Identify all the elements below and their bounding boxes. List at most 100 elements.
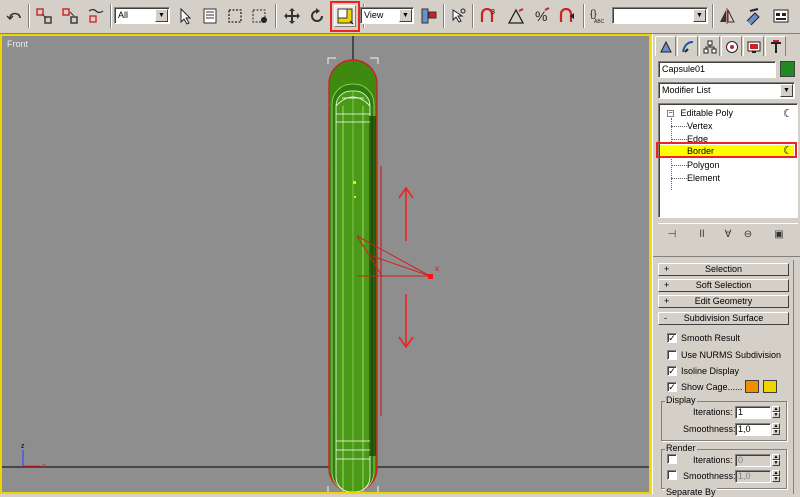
modifier-list-label: Modifier List: [662, 85, 711, 95]
undo-icon[interactable]: [4, 5, 26, 27]
display-group-title: Display: [665, 395, 697, 405]
light-bulb-icon[interactable]: ☾: [783, 107, 793, 120]
object-name-input[interactable]: Capsule01: [658, 61, 776, 78]
make-unique-icon[interactable]: ∀: [720, 227, 736, 241]
remove-modifier-icon[interactable]: ⊖: [740, 227, 756, 241]
render-smoothness-spinner[interactable]: ▲ ▼: [772, 470, 780, 483]
main-toolbar: All ▼ View ▼ 3 % {} ABC ▼: [0, 0, 800, 34]
select-object-icon[interactable]: [174, 5, 196, 27]
select-and-link-icon[interactable]: [33, 5, 55, 27]
use-pivot-center-icon[interactable]: [418, 5, 440, 27]
window-crossing-icon[interactable]: [249, 5, 271, 27]
use-nurms-checkbox[interactable]: [667, 350, 677, 360]
render-iterations-spinner[interactable]: ▲ ▼: [772, 454, 780, 467]
stack-item-editable-poly[interactable]: − Editable Poly: [667, 107, 733, 120]
mirror-icon[interactable]: [716, 5, 738, 27]
front-viewport[interactable]: x z x Front: [0, 34, 651, 494]
reference-coordinate-dropdown[interactable]: View ▼: [360, 7, 414, 24]
select-and-move-icon[interactable]: [281, 5, 303, 27]
use-nurms-label: Use NURMS Subdivision: [681, 350, 782, 360]
select-and-rotate-icon[interactable]: [306, 5, 328, 27]
selection-filter-dropdown[interactable]: All ▼: [114, 7, 170, 24]
scale-arrow-down: [398, 294, 414, 349]
selection-filter-value: All: [118, 10, 129, 20]
manipulate-icon[interactable]: [447, 5, 469, 27]
motion-tab-icon[interactable]: [721, 36, 742, 56]
rollouts-area: + Selection + Soft Selection + Edit Geom…: [653, 256, 800, 497]
rollout-sign: -: [664, 313, 667, 323]
pin-stack-icon[interactable]: ⊣: [664, 227, 680, 241]
object-color-swatch[interactable]: [780, 61, 795, 77]
rollout-label: Edit Geometry: [694, 296, 753, 306]
viewport-canvas[interactable]: x z x: [2, 36, 649, 492]
smooth-result-label: Smooth Result: [681, 333, 741, 343]
stack-tools: ⊣ ǀǀ ∀ ⊖ ▣: [658, 223, 798, 243]
stack-item-element[interactable]: Element: [687, 172, 720, 185]
axis-x-label: x: [42, 463, 46, 470]
rollout-sign: +: [664, 280, 670, 290]
chevron-down-icon: ▼: [780, 84, 793, 97]
object-name-value: Capsule01: [662, 64, 706, 74]
collapse-icon[interactable]: −: [667, 110, 674, 118]
named-selection-sets-icon[interactable]: [770, 5, 792, 27]
border-highlight: [656, 142, 797, 158]
3d-snap-toggle-icon[interactable]: 3: [477, 5, 499, 27]
display-tab-icon[interactable]: [743, 36, 764, 56]
render-iterations-checkbox[interactable]: [667, 454, 677, 464]
cage-color-swatch-1[interactable]: [745, 380, 759, 393]
display-iterations-input[interactable]: 1: [735, 406, 771, 419]
edit-named-selection-icon[interactable]: {} ABC: [587, 5, 609, 27]
coord-system-value: View: [364, 10, 384, 20]
display-smoothness-spinner[interactable]: ▲ ▼: [772, 423, 780, 436]
spinner-snap-toggle-icon[interactable]: [556, 5, 578, 27]
isoline-display-label: Isoline Display: [681, 366, 740, 376]
svg-text:3: 3: [491, 9, 495, 16]
unlink-selection-icon[interactable]: [59, 5, 81, 27]
axis-tripod-icon: z x: [21, 443, 46, 470]
rollout-soft-selection[interactable]: + Soft Selection: [658, 279, 789, 292]
stack-item-polygon[interactable]: Polygon: [687, 159, 720, 172]
rollout-label: Selection: [704, 264, 743, 274]
create-tab-icon[interactable]: [655, 36, 676, 56]
modifier-list-dropdown[interactable]: Modifier List ▼: [658, 82, 795, 99]
cage-color-swatch-2[interactable]: [763, 380, 777, 393]
show-end-result-icon[interactable]: ǀǀ: [694, 227, 710, 241]
viewport-label[interactable]: Front: [7, 39, 28, 49]
rollout-subdivision-surface[interactable]: - Subdivision Surface: [658, 312, 789, 325]
command-panel-tabs: [655, 36, 799, 56]
show-cage-checkbox[interactable]: ✓: [667, 382, 677, 392]
display-iterations-label: Iterations:: [693, 407, 733, 417]
chevron-down-icon: ▼: [693, 9, 706, 22]
isoline-display-checkbox[interactable]: ✓: [667, 366, 677, 376]
hierarchy-tab-icon[interactable]: [699, 36, 720, 56]
angle-snap-toggle-icon[interactable]: [505, 5, 527, 27]
gizmo-x-label: x: [435, 264, 439, 273]
rollout-selection[interactable]: + Selection: [658, 263, 789, 276]
rollout-label: Soft Selection: [695, 280, 752, 290]
render-smoothness-label: Smoothness:: [683, 471, 736, 481]
smooth-result-checkbox[interactable]: ✓: [667, 333, 677, 343]
chevron-down-icon: ▼: [399, 9, 412, 22]
stack-item-vertex[interactable]: Vertex: [687, 120, 713, 133]
percent-snap-toggle-icon[interactable]: %: [531, 5, 553, 27]
modify-tab-icon[interactable]: [677, 36, 698, 56]
named-selection-dropdown[interactable]: ▼: [612, 7, 708, 24]
render-smoothness-input[interactable]: 1,0: [735, 470, 771, 483]
configure-modifier-sets-icon[interactable]: ▣: [771, 227, 787, 241]
bind-to-space-warp-icon[interactable]: [85, 5, 107, 27]
rollout-edit-geometry[interactable]: + Edit Geometry: [658, 295, 789, 308]
rectangular-selection-icon[interactable]: [224, 5, 246, 27]
display-smoothness-input[interactable]: 1,0: [735, 423, 771, 436]
select-by-name-icon[interactable]: [199, 5, 221, 27]
panel-scrollbar[interactable]: [793, 260, 799, 494]
align-icon[interactable]: [742, 5, 764, 27]
display-iterations-spinner[interactable]: ▲ ▼: [772, 406, 780, 419]
rollout-label: Subdivision Surface: [683, 313, 764, 323]
chevron-down-icon: ▼: [155, 9, 168, 22]
scale-arrow-up: [398, 186, 414, 241]
render-iterations-input[interactable]: 0: [735, 454, 771, 467]
render-smoothness-checkbox[interactable]: [667, 470, 677, 480]
modifier-stack[interactable]: − Editable Poly ☾ Vertex Edge Border ☾ P…: [656, 103, 798, 218]
utilities-tab-icon[interactable]: [765, 36, 786, 56]
display-smoothness-label: Smoothness:: [683, 424, 736, 434]
